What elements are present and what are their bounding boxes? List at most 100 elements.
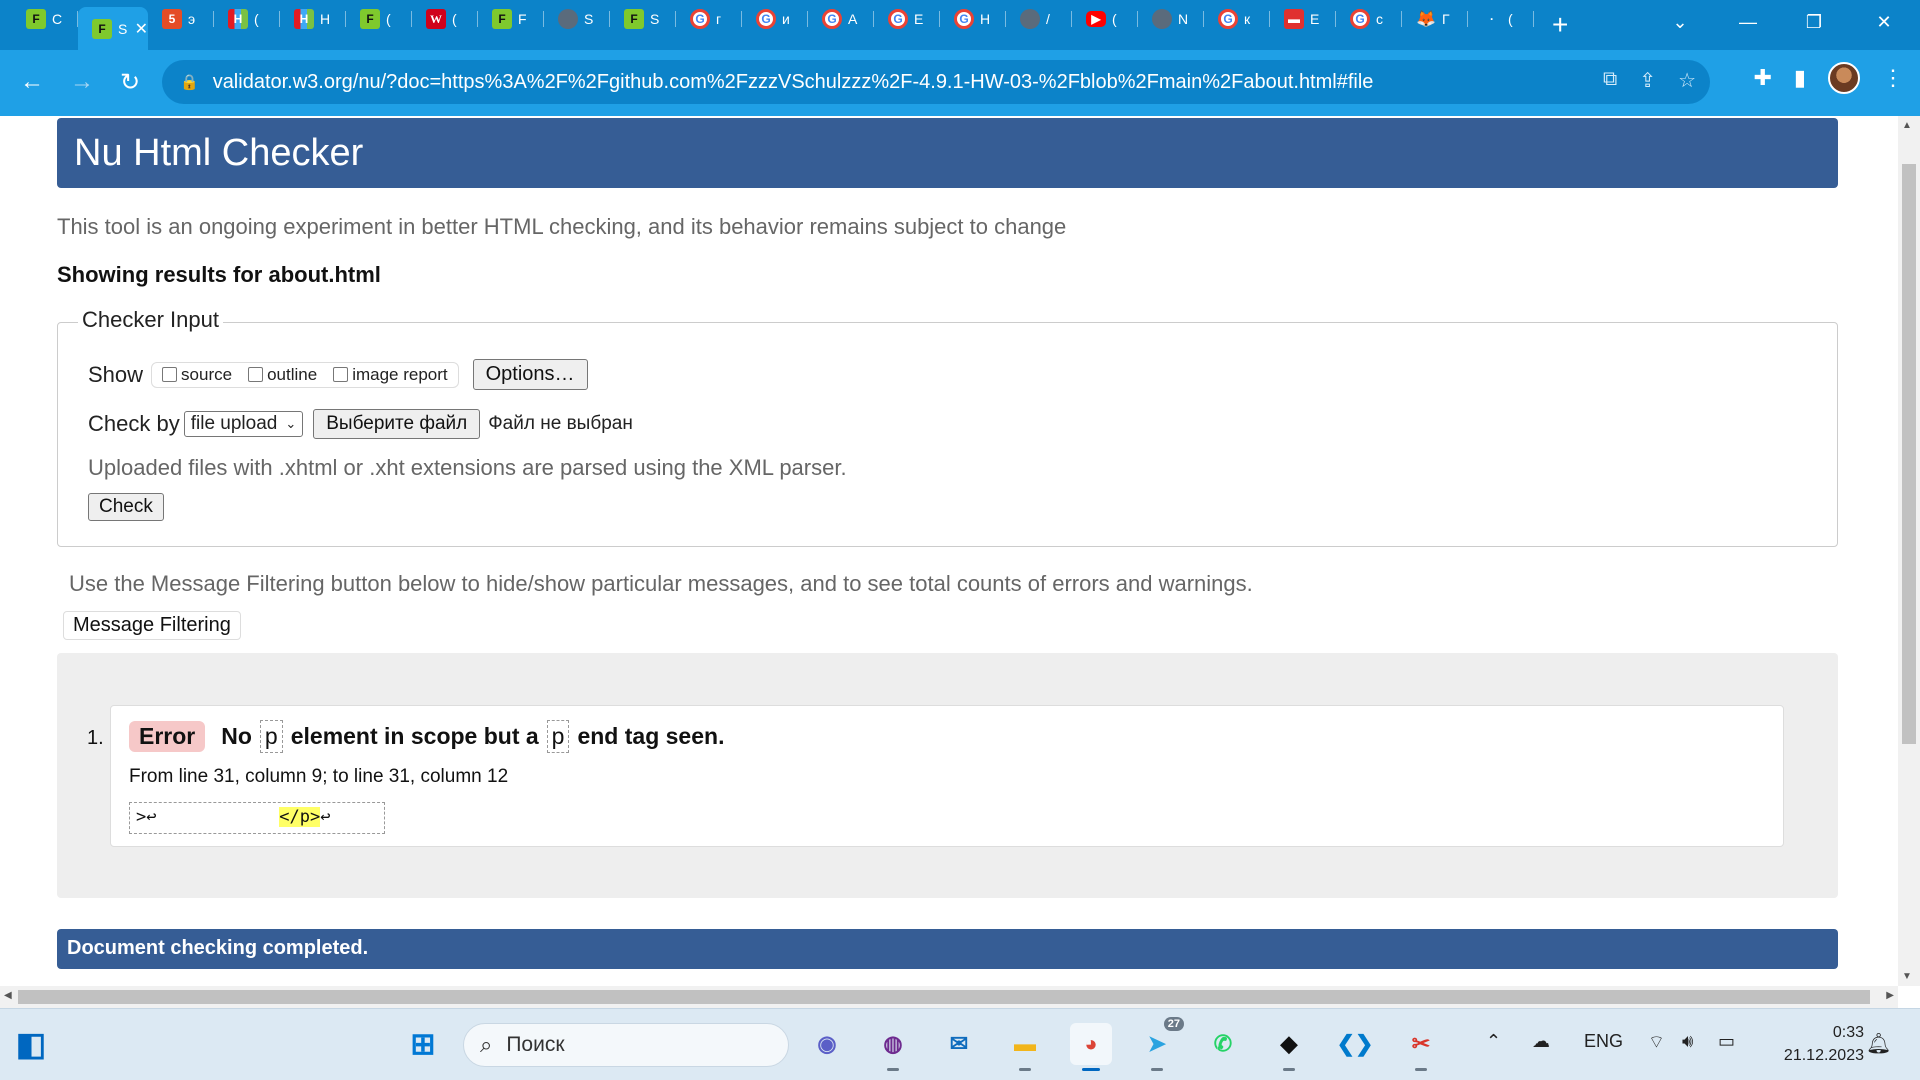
browser-tab[interactable]: FF (478, 1, 544, 37)
start-windows-icon[interactable]: ⊞ (402, 1023, 444, 1065)
tab-search-chevron-icon[interactable]: ⌄ (1652, 0, 1708, 44)
filter-note: Use the Message Filtering button below t… (69, 571, 1253, 596)
minimize-window-icon[interactable]: — (1720, 0, 1776, 44)
browser-tab[interactable]: Gк (1204, 1, 1270, 37)
side-app-icon[interactable]: ◧ (10, 1023, 52, 1065)
scroll-up-icon[interactable]: ▲ (1902, 120, 1912, 131)
browser-tab[interactable]: 🦊 Г (1402, 1, 1468, 37)
browser-tab[interactable]: F( (346, 1, 412, 37)
notification-bell-icon[interactable]: 🔔︎ (1866, 1031, 1891, 1056)
url-text[interactable]: validator.w3.org/nu/?doc=https%3A%2F%2Fg… (213, 71, 1374, 94)
share-icon[interactable]: ⇪ (1639, 68, 1656, 93)
address-bar[interactable]: 🔒 validator.w3.org/nu/?doc=https%3A%2F%2… (162, 60, 1710, 104)
browser-tab[interactable]: GЕ (874, 1, 940, 37)
telegram-icon[interactable]: ➤ 27 (1136, 1017, 1184, 1071)
avatar[interactable] (1828, 62, 1860, 94)
options-button[interactable]: Options… (472, 359, 588, 390)
browser-tab[interactable]: / (1006, 1, 1072, 37)
checkbox-box[interactable] (162, 367, 178, 382)
horizontal-scrollbar[interactable]: ◀ ▶ (0, 986, 1898, 1008)
scroll-right-icon[interactable]: ▶ (1886, 990, 1894, 1001)
browser-tab[interactable]: H( (214, 1, 280, 37)
code-extract: >↩ </p>↩ (129, 802, 385, 834)
meet-camera-icon[interactable]: ◉ (806, 1023, 848, 1065)
extensions-icon[interactable]: ✚ (1753, 65, 1771, 91)
vertical-scrollbar[interactable]: ▲ ▼ (1898, 116, 1920, 986)
tab-title: S (118, 21, 127, 37)
wifi-icon[interactable]: ⌔ (1648, 1031, 1665, 1054)
tab-title: ( (386, 11, 391, 27)
tab-title: F (518, 11, 527, 27)
tray-chevron-up-icon[interactable]: ⌃ (1486, 1031, 1501, 1052)
running-indicator (1283, 1068, 1295, 1071)
github-favicon-icon (558, 9, 578, 29)
browser-tab[interactable]: ▶( (1072, 1, 1138, 37)
page-title: Nu Html Checker (57, 118, 1838, 188)
back-icon[interactable]: ← (12, 62, 52, 102)
browser-tab[interactable]: Gи (742, 1, 808, 37)
choose-file-button[interactable]: Выберите файл (313, 409, 481, 439)
checker-input-legend: Checker Input (78, 307, 223, 333)
browser-tab[interactable]: FS (610, 1, 676, 37)
translate-icon[interactable]: ⧉ (1603, 68, 1617, 93)
browser-tab[interactable]: Gс (1336, 1, 1402, 37)
vertical-scroll-thumb[interactable] (1902, 164, 1916, 744)
browser-tab[interactable]: FC (12, 1, 78, 37)
tab-title: Н (980, 11, 991, 27)
close-window-icon[interactable]: ✕ (1856, 0, 1912, 44)
new-tab-button[interactable]: + (1552, 9, 1568, 41)
close-tab-icon[interactable]: ✕ (135, 19, 148, 39)
check-button[interactable]: Check (88, 493, 164, 521)
side-panel-icon[interactable]: ▮ (1794, 65, 1806, 91)
browser-tab[interactable]: S (544, 1, 610, 37)
browser-tab[interactable]: 5э (148, 1, 214, 37)
battery-icon[interactable]: ▭ (1718, 1031, 1735, 1052)
chrome-icon[interactable]: ◕ (1070, 1023, 1112, 1071)
reload-icon[interactable]: ↻ (110, 62, 150, 102)
message-location[interactable]: From line 31, column 9; to line 31, colu… (129, 766, 508, 788)
check-by-select[interactable]: file upload ⌄ (183, 411, 304, 437)
whatsapp-icon[interactable]: ✆ (1202, 1023, 1244, 1065)
checkbox-box[interactable] (333, 367, 349, 382)
mail-icon[interactable]: ✉ (938, 1023, 980, 1065)
source-checkbox[interactable]: source (162, 365, 232, 385)
restore-window-icon[interactable]: ❐ (1786, 0, 1842, 44)
message-filtering-button[interactable]: Message Filtering (63, 611, 241, 640)
clock[interactable]: 0:33 21.12.2023 (1784, 1021, 1864, 1067)
image-report-checkbox[interactable]: image report (333, 365, 448, 385)
browser-tab[interactable]: Gг (676, 1, 742, 37)
outline-checkbox[interactable]: outline (248, 365, 317, 385)
browser-tab[interactable]: GН (940, 1, 1006, 37)
scroll-left-icon[interactable]: ◀ (4, 990, 12, 1001)
lock-icon[interactable]: 🔒 (180, 73, 199, 91)
forward-icon[interactable]: → (62, 62, 102, 102)
tab-title: / (1046, 11, 1050, 27)
file-explorer-icon[interactable]: ▬ (1004, 1023, 1046, 1071)
github-desktop-icon[interactable]: ◍ (872, 1023, 914, 1071)
browser-tab[interactable]: ·( (1468, 1, 1534, 37)
browser-tab[interactable]: W( (412, 1, 478, 37)
volume-icon[interactable]: 🔊︎ (1682, 1031, 1693, 1052)
bookmark-star-icon[interactable]: ☆ (1678, 68, 1696, 93)
scroll-down-icon[interactable]: ▼ (1902, 971, 1912, 982)
multi-favicon-icon: H (228, 9, 248, 29)
fav-green-favicon-icon: F (92, 19, 112, 39)
fox-favicon-icon: 🦊 (1416, 11, 1436, 28)
vscode-icon[interactable]: ❮❯ (1334, 1023, 1376, 1065)
telegram-badge: 27 (1163, 1017, 1184, 1031)
html5-favicon-icon: 5 (162, 9, 182, 29)
horizontal-scroll-thumb[interactable] (18, 990, 1870, 1004)
taskbar-search[interactable]: ⌕ Поиск (463, 1023, 789, 1067)
browser-tab[interactable]: HH (280, 1, 346, 37)
onedrive-cloud-icon[interactable]: ☁ (1532, 1031, 1550, 1052)
browser-tab[interactable]: N (1138, 1, 1204, 37)
checkbox-box[interactable] (248, 367, 264, 382)
snipping-tool-icon[interactable]: ✂ (1400, 1023, 1442, 1071)
search-icon: ⌕ (480, 1032, 493, 1057)
browser-tab[interactable]: GА (808, 1, 874, 37)
menu-kebab-icon[interactable]: ⋮ (1882, 65, 1904, 91)
browser-tab[interactable]: ▬ E (1270, 1, 1336, 37)
browser-tab[interactable]: F S ✕ (78, 7, 148, 51)
language-indicator[interactable]: ENG (1584, 1031, 1623, 1052)
sublime-icon[interactable]: ◆ (1268, 1023, 1310, 1071)
